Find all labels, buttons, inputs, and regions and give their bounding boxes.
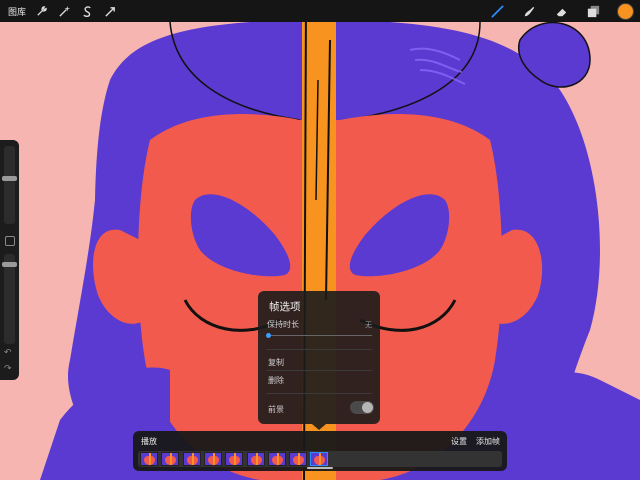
- frame-options-popup: 帧选项 保持时长 无 复制 删除 前景: [258, 291, 380, 424]
- selection-s-icon[interactable]: [80, 4, 94, 18]
- frame-thumbnail[interactable]: [310, 452, 329, 466]
- animation-timeline: 播放 设置 添加帧: [133, 431, 507, 471]
- frame-thumbnail[interactable]: [289, 452, 308, 466]
- brush-icon[interactable]: [489, 4, 505, 20]
- thumbnail-stripe: [170, 453, 173, 465]
- hold-duration-value: 无: [365, 321, 372, 329]
- popup-title: 帧选项: [269, 301, 301, 313]
- frame-thumbnail[interactable]: [267, 452, 286, 466]
- brush-size-slider[interactable]: [4, 146, 15, 224]
- thumbnail-stripe: [276, 453, 279, 465]
- thumbnail-stripe: [212, 453, 215, 465]
- wrench-icon[interactable]: [34, 4, 48, 18]
- toggle-knob: [362, 402, 373, 413]
- frame-thumbnail[interactable]: [203, 452, 222, 466]
- transform-arrow-icon[interactable]: [103, 4, 117, 18]
- layers-icon[interactable]: [585, 4, 601, 20]
- foreground-toggle[interactable]: [350, 401, 374, 414]
- opacity-slider[interactable]: [4, 254, 15, 344]
- thumbnail-stripe: [319, 453, 322, 465]
- thumbnail-stripe: [255, 453, 258, 465]
- gallery-button[interactable]: 图库: [8, 5, 26, 18]
- divider: [266, 370, 372, 371]
- color-picker-button[interactable]: [617, 3, 634, 20]
- popup-pointer: [312, 424, 326, 430]
- frame-thumbnail[interactable]: [161, 452, 180, 466]
- undo-icon[interactable]: ↶: [4, 348, 12, 358]
- divider: [266, 349, 372, 350]
- frame-thumbnail[interactable]: [246, 452, 265, 466]
- eraser-icon[interactable]: [553, 4, 569, 20]
- redo-icon[interactable]: ↷: [4, 364, 12, 374]
- hold-duration-slider[interactable]: [268, 335, 372, 336]
- delete-button[interactable]: 删除: [268, 375, 284, 386]
- left-sidebar: ↶ ↷: [0, 140, 19, 380]
- thumbnail-stripe: [191, 453, 194, 465]
- eyedropper-square-icon[interactable]: [5, 236, 15, 246]
- play-button[interactable]: 播放: [141, 436, 157, 447]
- thumbnail-stripe: [298, 453, 301, 465]
- top-right-tools: [473, 3, 634, 20]
- opacity-thumb[interactable]: [2, 262, 17, 267]
- foreground-label: 前景: [268, 405, 284, 414]
- frame-thumbnail[interactable]: [225, 452, 244, 466]
- brush-size-thumb[interactable]: [2, 176, 17, 181]
- top-toolbar: 图库: [0, 0, 640, 22]
- frame-thumbnail[interactable]: [182, 452, 201, 466]
- divider: [266, 393, 372, 394]
- settings-button[interactable]: 设置: [451, 436, 467, 447]
- frame-thumbnail[interactable]: [140, 452, 158, 466]
- thumbnail-stripe: [234, 453, 237, 465]
- timeline-scrubber[interactable]: [307, 467, 333, 469]
- duplicate-button[interactable]: 复制: [268, 357, 284, 368]
- smudge-icon[interactable]: [521, 4, 537, 20]
- hold-duration-knob[interactable]: [266, 333, 271, 338]
- hold-duration-label: 保持时长: [267, 320, 299, 329]
- thumbnail-stripe: [149, 453, 151, 465]
- add-frame-button[interactable]: 添加帧: [476, 436, 500, 447]
- magic-wand-icon[interactable]: [57, 4, 71, 18]
